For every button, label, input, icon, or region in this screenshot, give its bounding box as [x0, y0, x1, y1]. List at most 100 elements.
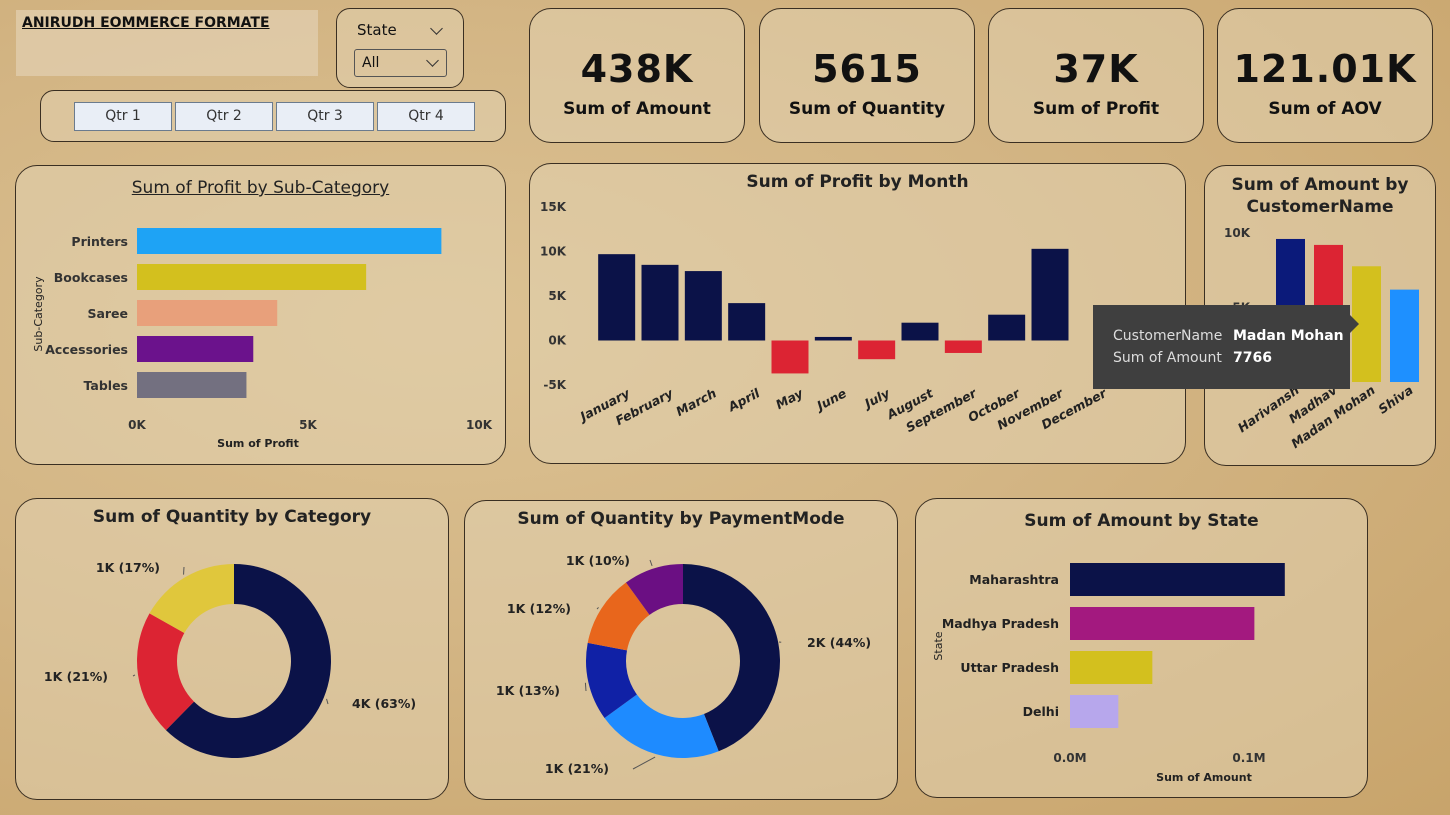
- quantity-by-paymentmode-plot: 2K (44%) 1K (21%) 1K (13%) 1K (12%) 1K (10%): [496, 553, 871, 776]
- bar[interactable]: [858, 340, 896, 360]
- tick-label: -5K: [543, 378, 566, 392]
- category-label: Delhi: [1023, 704, 1059, 719]
- profit-by-subcategory-plot: Printers Bookcases Saree Accessories Tables 0…: [32, 228, 493, 450]
- chevron-down-icon: [426, 54, 439, 67]
- kpi-card-aov[interactable]: 121.01K Sum of AOV: [1217, 8, 1433, 143]
- category-label: Tables: [83, 378, 128, 393]
- slice-label: 1K (21%): [545, 761, 609, 776]
- leader-line[interactable]: [584, 682, 587, 692]
- bar[interactable]: [814, 336, 852, 341]
- tooltip-value: 7766: [1233, 350, 1272, 366]
- tooltip-value: Madan Mohan: [1233, 328, 1344, 344]
- kpi-card-amount[interactable]: 438K Sum of Amount: [529, 8, 745, 143]
- slice-label: 4K (63%): [352, 696, 416, 711]
- category-label: Saree: [87, 306, 128, 321]
- bar[interactable]: [137, 372, 247, 398]
- qtr-4-button[interactable]: Qtr 4: [377, 102, 475, 131]
- category-label: Accessories: [45, 342, 128, 357]
- slice-label: 1K (10%): [566, 553, 630, 568]
- profit-by-month-plot: 15K10K5K0K-5KJanuaryFebruaryMarch April Ma…: [540, 200, 1109, 435]
- category-label: May: [773, 385, 806, 412]
- qtr-1-button[interactable]: Qtr 1: [74, 102, 172, 131]
- bar[interactable]: [1390, 289, 1419, 382]
- quantity-by-category-plot: 4K (63%) 1K (21%) 1K (17%): [44, 560, 416, 758]
- bar[interactable]: [137, 228, 442, 254]
- kpi-label: Sum of Amount: [563, 99, 711, 119]
- tick-label: 15K: [540, 200, 567, 214]
- state-dropdown[interactable]: All: [354, 49, 447, 77]
- tick-label: 5K: [299, 418, 317, 432]
- profit-by-subcategory-chart[interactable]: Sum of Profit by Sub-Category Printers Bo…: [15, 165, 506, 465]
- quantity-by-paymentmode-chart[interactable]: Sum of Quantity by PaymentMode 2K (44%) 1…: [464, 500, 898, 800]
- slice-label: 2K (44%): [807, 635, 871, 650]
- slice-label: 1K (13%): [496, 683, 560, 698]
- bar[interactable]: [641, 264, 679, 341]
- leader-line[interactable]: [649, 559, 653, 567]
- amount-by-state-chart[interactable]: Sum of Amount by State Maharashtra Madhya…: [915, 498, 1368, 798]
- category-label: Madhya Pradesh: [942, 616, 1059, 631]
- chevron-down-icon[interactable]: [430, 22, 443, 35]
- kpi-label: Sum of AOV: [1268, 99, 1382, 119]
- bar[interactable]: [988, 314, 1026, 341]
- leader-line[interactable]: [326, 698, 329, 705]
- bar[interactable]: [944, 340, 982, 353]
- kpi-label: Sum of Quantity: [788, 99, 946, 119]
- slice-label: 1K (12%): [507, 601, 571, 616]
- leader-line[interactable]: [596, 607, 599, 610]
- amount-by-state-plot: Maharashtra Madhya Pradesh Uttar Pradesh De…: [932, 563, 1285, 784]
- tick-label: 0.1M: [1232, 751, 1265, 765]
- bar[interactable]: [137, 336, 254, 362]
- report-title: ANIRUDH EOMMERCE FORMATE: [22, 15, 270, 31]
- leader-line[interactable]: [132, 674, 136, 677]
- leader-line[interactable]: [632, 756, 656, 770]
- state-slicer[interactable]: State All: [336, 8, 464, 88]
- bar[interactable]: [1070, 695, 1119, 728]
- axis-label: Sum of Profit: [217, 437, 299, 450]
- category-label: Maharashtra: [969, 572, 1059, 587]
- bar[interactable]: [1070, 607, 1255, 640]
- axis-label: State: [932, 631, 945, 660]
- kpi-card-profit[interactable]: 37K Sum of Profit: [988, 8, 1204, 143]
- bar[interactable]: [598, 254, 636, 341]
- bar[interactable]: [137, 300, 278, 326]
- category-label: Shiva: [1375, 382, 1415, 417]
- slice-label: 1K (17%): [96, 560, 160, 575]
- tick-label: 10K: [466, 418, 493, 432]
- kpi-label: Sum of Profit: [1032, 99, 1160, 119]
- tick-label: 10K: [540, 245, 567, 259]
- bar[interactable]: [1070, 651, 1153, 684]
- kpi-card-quantity[interactable]: 5615 Sum of Quantity: [759, 8, 975, 143]
- tooltip-key: CustomerName: [1113, 328, 1223, 344]
- quarter-slicer: Qtr 1 Qtr 2 Qtr 3 Qtr 4: [40, 90, 506, 142]
- kpi-value: 37K: [1053, 47, 1139, 91]
- axis-label: Sub-Category: [32, 276, 45, 352]
- kpi-value: 121.01K: [1233, 47, 1417, 91]
- slice-label: 1K (21%): [44, 669, 108, 684]
- tooltip-key: Sum of Amount: [1113, 350, 1222, 366]
- category-label: March: [673, 385, 718, 419]
- category-label: April: [725, 385, 763, 415]
- bar[interactable]: [137, 264, 367, 290]
- bar[interactable]: [771, 340, 809, 374]
- report-title-box: ANIRUDH EOMMERCE FORMATE: [16, 10, 318, 76]
- bar[interactable]: [1031, 248, 1069, 341]
- qtr-3-button[interactable]: Qtr 3: [276, 102, 374, 131]
- kpi-value: 438K: [580, 47, 694, 91]
- bar[interactable]: [1070, 563, 1285, 596]
- category-label: Printers: [71, 234, 128, 249]
- quantity-by-category-chart[interactable]: Sum of Quantity by Category 4K (63%) 1K (…: [15, 498, 449, 800]
- tick-label: 10K: [1224, 226, 1251, 240]
- profit-by-month-chart[interactable]: Sum of Profit by Month 15K 10K 5K 0K -5K Janu…: [529, 163, 1186, 464]
- bar[interactable]: [728, 303, 766, 341]
- bar[interactable]: [684, 271, 722, 341]
- tick-label: 0K: [128, 418, 146, 432]
- tick-label: 5K: [548, 289, 566, 303]
- state-slicer-label: State: [357, 21, 397, 39]
- axis-label: Sum of Amount: [1156, 771, 1252, 784]
- bar[interactable]: [901, 322, 939, 341]
- category-label: Bookcases: [54, 270, 128, 285]
- tick-label: 0.0M: [1053, 751, 1086, 765]
- category-label: June: [812, 385, 849, 414]
- qtr-2-button[interactable]: Qtr 2: [175, 102, 273, 131]
- category-label: Uttar Pradesh: [960, 660, 1059, 675]
